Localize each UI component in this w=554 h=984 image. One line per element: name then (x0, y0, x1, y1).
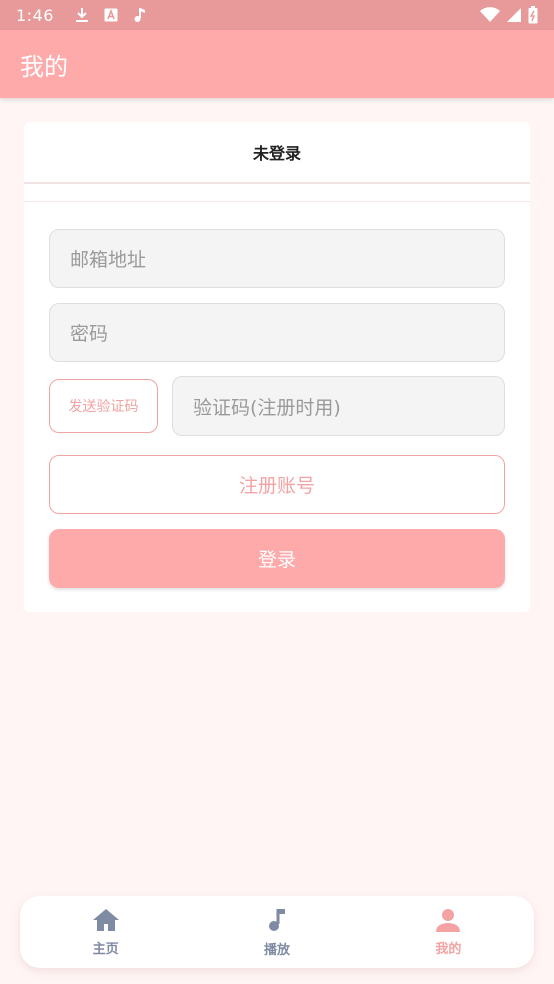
email-field[interactable]: 邮箱地址 (49, 229, 505, 288)
login-card-header: 未登录 (24, 122, 530, 184)
nav-item-play[interactable]: 播放 (191, 896, 362, 968)
verification-code-field[interactable]: 验证码(注册时用) (172, 376, 505, 436)
music-status-icon (132, 7, 146, 23)
send-code-button[interactable]: 发送验证码 (49, 379, 158, 433)
wifi-icon (480, 7, 500, 23)
music-note-icon (266, 907, 288, 933)
register-button[interactable]: 注册账号 (49, 455, 505, 514)
font-a-icon (104, 8, 118, 22)
battery-icon (528, 6, 538, 24)
signal-icon (506, 7, 522, 23)
password-field[interactable]: 密码 (49, 303, 505, 362)
person-icon (435, 908, 461, 932)
app-bar: 我的 (0, 30, 554, 98)
page-title: 我的 (20, 52, 68, 81)
status-bar: 1:46 (0, 0, 554, 30)
nav-item-home[interactable]: 主页 (20, 896, 191, 968)
download-icon (74, 7, 90, 23)
nav-label-mine: 我的 (435, 941, 462, 957)
nav-label-home: 主页 (92, 941, 119, 957)
bottom-nav: 主页 播放 我的 (20, 896, 534, 968)
divider (24, 201, 530, 202)
nav-item-mine[interactable]: 我的 (363, 896, 534, 968)
login-button[interactable]: 登录 (49, 529, 505, 588)
nav-label-play: 播放 (263, 942, 290, 958)
status-time: 1:46 (16, 5, 54, 25)
login-status-title: 未登录 (252, 144, 301, 163)
home-icon (92, 908, 120, 932)
